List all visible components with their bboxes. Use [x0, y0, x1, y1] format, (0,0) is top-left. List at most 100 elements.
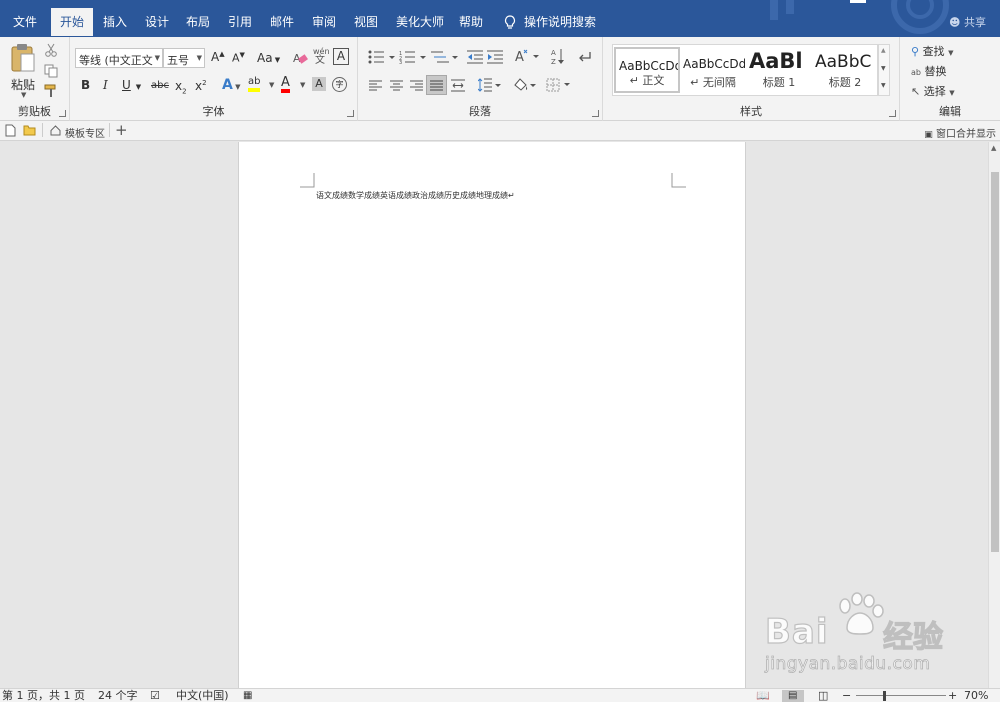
format-painter-icon[interactable]: [44, 84, 58, 98]
watermark-cn: 经验: [882, 619, 943, 655]
multilevel-list-icon[interactable]: [431, 50, 459, 64]
add-tab-icon[interactable]: +: [115, 121, 128, 139]
copy-icon[interactable]: [44, 64, 58, 78]
zoom-level[interactable]: 70%: [964, 689, 988, 702]
chinese-layout-icon[interactable]: A: [515, 48, 541, 64]
zoom-slider-thumb[interactable]: [883, 691, 886, 701]
chevron-up-icon[interactable]: ▲: [881, 47, 886, 54]
change-case-icon: Aa: [257, 51, 273, 65]
menu-review[interactable]: 审阅: [303, 8, 345, 36]
sort-icon[interactable]: AZ: [551, 48, 565, 65]
search-icon: ⚲: [911, 45, 920, 58]
font-size-select[interactable]: 五号 ▼: [163, 48, 205, 68]
distributed-align-icon[interactable]: [451, 79, 465, 92]
font-name-select[interactable]: 等线 (中文正文 ▼: [75, 48, 163, 68]
clipboard-launcher-icon[interactable]: [59, 110, 66, 117]
find-button[interactable]: ⚲ 查找 ▼: [911, 43, 953, 59]
gallery-more-icon[interactable]: ▼: [881, 82, 886, 89]
document-page[interactable]: 语文成绩数学成绩英语成绩政治成绩历史成绩地理成绩↵: [238, 142, 746, 688]
read-mode-icon[interactable]: 📖: [756, 689, 770, 702]
align-right-icon[interactable]: [410, 80, 423, 91]
merge-windows-button[interactable]: ▣ 窗口合并显示: [924, 125, 996, 140]
style-heading-2[interactable]: AaBbC 标题 2: [812, 47, 878, 93]
bold-button[interactable]: B: [81, 78, 90, 92]
style-name: ↵ 正文: [629, 74, 665, 87]
menu-mailings[interactable]: 邮件: [261, 8, 303, 36]
bullets-icon[interactable]: [368, 50, 396, 64]
grow-font-button[interactable]: A▲: [211, 50, 225, 64]
zoom-in-button[interactable]: +: [948, 689, 957, 702]
styles-gallery-scroll[interactable]: ▲ ▼ ▼: [878, 44, 890, 96]
person-icon: ☻: [949, 16, 961, 29]
numbering-icon[interactable]: 123: [399, 50, 427, 64]
menu-design[interactable]: 设计: [136, 8, 178, 36]
language-status[interactable]: 中文(中国): [176, 689, 229, 702]
folder-icon[interactable]: [23, 124, 36, 136]
zoom-out-button[interactable]: −: [842, 689, 851, 702]
template-zone-tab[interactable]: 模板专区: [65, 125, 105, 140]
line-spacing-icon[interactable]: [478, 78, 502, 92]
menu-file[interactable]: 文件: [4, 8, 46, 36]
chevron-down-icon[interactable]: ▼: [881, 65, 886, 72]
menu-insert[interactable]: 插入: [94, 8, 136, 36]
font-color-button[interactable]: A: [281, 76, 290, 93]
home-icon[interactable]: [50, 125, 61, 136]
menu-layout[interactable]: 布局: [177, 8, 219, 36]
style-heading-1[interactable]: AaBl 标题 1: [746, 47, 812, 93]
underline-button[interactable]: U ▼: [122, 78, 141, 92]
text-effects-button[interactable]: A ▼: [222, 77, 240, 93]
zoom-slider[interactable]: [856, 695, 946, 696]
highlight-button[interactable]: ab: [248, 76, 261, 92]
styles-launcher-icon[interactable]: [889, 110, 896, 117]
chevron-down-icon[interactable]: ▼: [269, 81, 274, 89]
style-no-spacing[interactable]: AaBbCcDd ↵ 无间隔: [680, 47, 746, 93]
clear-formatting-icon[interactable]: A: [292, 50, 308, 66]
replace-button[interactable]: ab 替换: [911, 63, 946, 79]
new-document-icon[interactable]: [5, 124, 16, 137]
show-paragraph-marks-icon[interactable]: [578, 50, 592, 64]
chevron-down-icon[interactable]: ▼: [300, 81, 305, 89]
character-border-button[interactable]: A: [333, 48, 349, 65]
borders-icon[interactable]: [546, 78, 572, 92]
shrink-font-button[interactable]: A▼: [232, 51, 245, 65]
menu-home[interactable]: 开始: [51, 8, 94, 36]
font-launcher-icon[interactable]: [347, 110, 354, 117]
align-center-icon[interactable]: [390, 80, 403, 91]
paste-button[interactable]: 粘贴 ▼: [6, 41, 42, 99]
document-text[interactable]: 语文成绩数学成绩英语成绩政治成绩历史成绩地理成绩↵: [316, 190, 515, 201]
select-button[interactable]: ↖ 选择 ▼: [911, 83, 955, 99]
superscript-button[interactable]: x2: [195, 79, 207, 93]
style-normal[interactable]: AaBbCcDd ↵ 正文: [614, 47, 680, 93]
print-layout-button[interactable]: ▤: [782, 690, 804, 702]
page-count-status[interactable]: 第 1 页，共 1 页: [2, 689, 85, 702]
cut-icon[interactable]: [44, 43, 58, 57]
paragraph-shading-icon[interactable]: [512, 77, 538, 93]
scroll-up-icon[interactable]: ▲: [991, 144, 996, 152]
subscript-button[interactable]: x2: [175, 79, 187, 95]
menu-references[interactable]: 引用: [219, 8, 261, 36]
strikethrough-button[interactable]: abc: [151, 80, 169, 91]
text-effects-icon: A: [222, 77, 233, 93]
increase-indent-icon[interactable]: [487, 50, 503, 64]
share-button[interactable]: ☻ 共享: [949, 14, 986, 30]
decrease-indent-icon[interactable]: [467, 50, 483, 64]
proofing-icon[interactable]: ☑: [150, 689, 160, 702]
crop-mark-top-right: [671, 173, 686, 188]
enclose-characters-button[interactable]: 字: [332, 77, 347, 92]
align-left-icon[interactable]: [369, 80, 382, 91]
print-layout-icon: ▤: [788, 690, 798, 701]
paragraph-launcher-icon[interactable]: [592, 110, 599, 117]
web-layout-icon[interactable]: ◫: [818, 689, 828, 702]
justify-button[interactable]: [426, 75, 447, 95]
italic-button[interactable]: I: [103, 78, 108, 92]
phonetic-guide-button[interactable]: wén 文: [313, 47, 330, 66]
word-count-status[interactable]: 24 个字: [98, 689, 138, 702]
character-shading-button[interactable]: A: [312, 77, 326, 91]
macro-record-icon[interactable]: ▦: [243, 689, 252, 702]
menu-view[interactable]: 视图: [345, 8, 387, 36]
vertical-scrollbar[interactable]: ▲: [988, 142, 1000, 688]
scrollbar-thumb[interactable]: [991, 172, 999, 552]
menu-beautify-master[interactable]: 美化大师: [387, 8, 453, 36]
change-case-button[interactable]: Aa ▼: [257, 51, 280, 65]
menu-help[interactable]: 帮助: [450, 8, 492, 36]
